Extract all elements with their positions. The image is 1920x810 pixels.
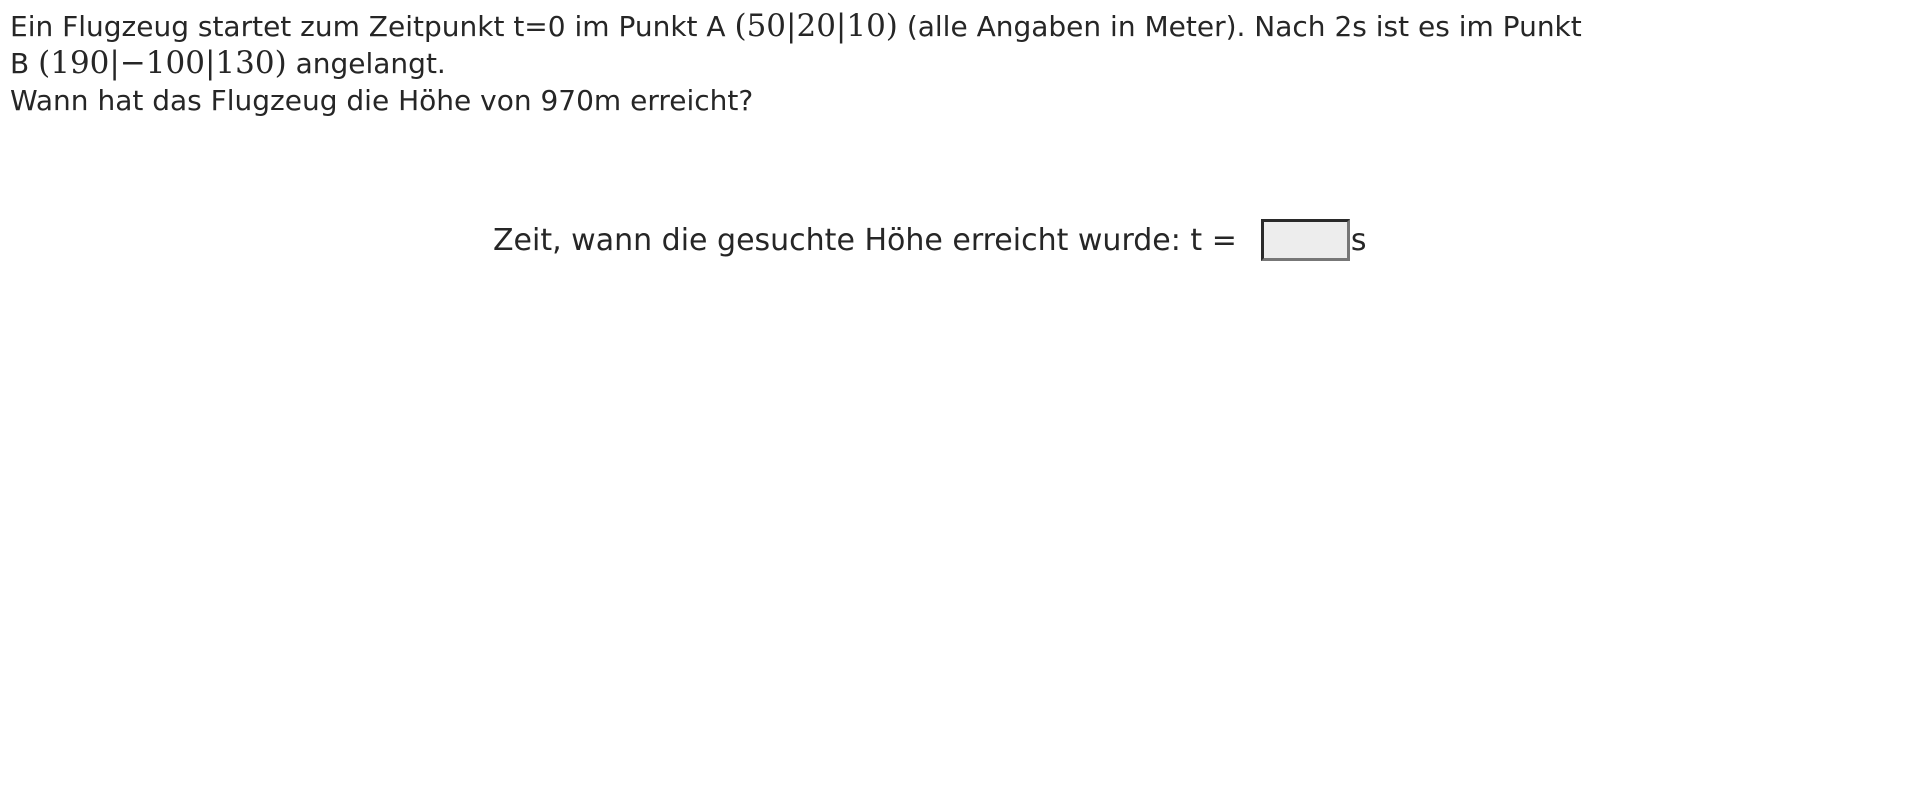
problem-text-part-3: angelangt. xyxy=(295,47,446,80)
answer-prompt: Zeit, wann die gesuchte Höhe erreicht wu… xyxy=(493,222,1237,258)
problem-text: Ein Flugzeug startet zum Zeitpunkt t=0 i… xyxy=(10,8,1915,82)
problem-question: Wann hat das Flugzeug die Höhe von 970m … xyxy=(10,84,754,117)
problem-text-part-1: Ein Flugzeug startet zum Zeitpunkt t=0 i… xyxy=(10,10,726,43)
problem-statement: Ein Flugzeug startet zum Zeitpunkt t=0 i… xyxy=(10,8,1915,119)
answer-row: Zeit, wann die gesuchte Höhe erreicht wu… xyxy=(493,218,1366,262)
point-b-coordinates: (190|−100|130) xyxy=(38,45,287,81)
point-a-coordinates: (50|20|10) xyxy=(734,8,898,44)
answer-unit: s xyxy=(1350,222,1367,258)
time-answer-input[interactable] xyxy=(1260,219,1350,261)
